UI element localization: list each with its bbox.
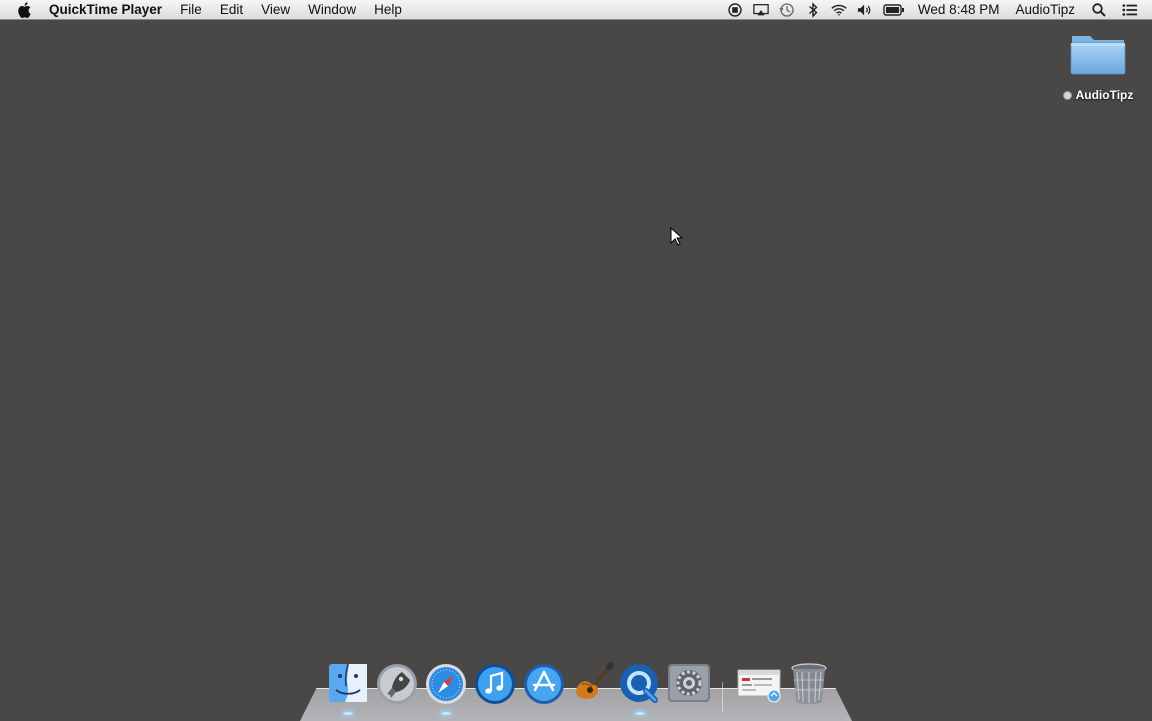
battery-icon[interactable] [883, 2, 905, 18]
garageband-icon[interactable] [570, 660, 616, 706]
wifi-icon[interactable] [831, 2, 847, 18]
safari-icon[interactable] [423, 660, 469, 706]
finder-running-indicator [343, 712, 353, 715]
menu-window[interactable]: Window [299, 0, 365, 20]
dock [320, 660, 840, 715]
finder-icon[interactable] [325, 660, 371, 706]
apple-menu-icon[interactable] [15, 1, 33, 19]
mouse-cursor-icon [670, 226, 684, 247]
menubar-user[interactable]: AudioTipz [1007, 0, 1083, 20]
time-machine-icon[interactable] [779, 2, 795, 18]
app-store-icon[interactable] [521, 660, 567, 706]
menu-help[interactable]: Help [365, 0, 411, 20]
system-preferences-icon[interactable] [666, 660, 712, 706]
folder-icon [1069, 30, 1127, 76]
menu-bar: QuickTime Player File Edit View Window H… [0, 0, 1152, 20]
preview-icon[interactable] [736, 660, 782, 706]
bluetooth-icon[interactable] [805, 1, 821, 18]
menu-edit[interactable]: Edit [211, 0, 252, 20]
menu-file[interactable]: File [171, 0, 211, 20]
safari-running-indicator [441, 712, 451, 715]
itunes-icon[interactable] [472, 660, 518, 706]
desktop-icon-label: AudioTipz [1062, 88, 1134, 102]
menu-view[interactable]: View [252, 0, 299, 20]
desktop-icon-label-text: AudioTipz [1075, 88, 1134, 102]
record-icon[interactable] [727, 2, 743, 18]
tag-dot-icon [1062, 90, 1072, 100]
volume-icon[interactable] [857, 2, 873, 18]
notification-center-icon[interactable] [1122, 2, 1138, 18]
menu-app-name[interactable]: QuickTime Player [47, 0, 171, 20]
menubar-clock[interactable]: Wed 8:48 PM [910, 0, 1008, 20]
trash-icon[interactable] [786, 660, 832, 706]
spotlight-search-icon[interactable] [1091, 2, 1107, 18]
desktop-folder-audiotipz[interactable]: AudioTipz [1058, 30, 1138, 105]
dock-separator [722, 682, 723, 712]
quicktime-icon[interactable] [617, 660, 663, 706]
launchpad-icon[interactable] [374, 660, 420, 706]
quicktime-running-indicator [635, 712, 645, 715]
airplay-icon[interactable] [753, 2, 769, 18]
